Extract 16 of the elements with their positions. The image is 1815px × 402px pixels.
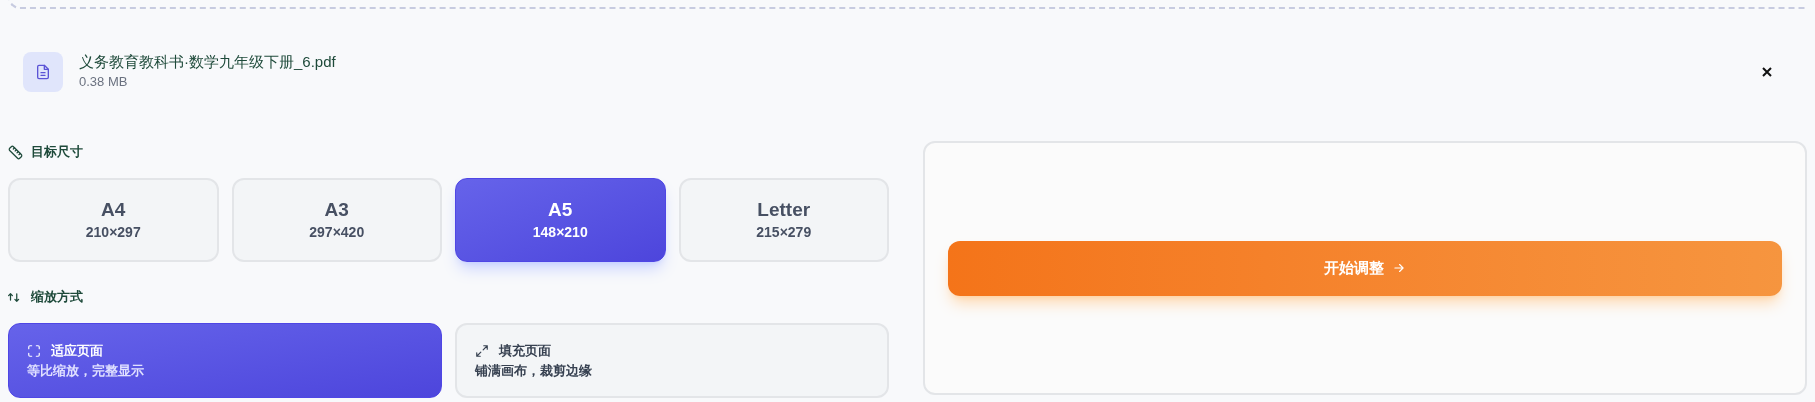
arrow-right-icon	[1392, 261, 1406, 275]
close-icon	[1761, 66, 1773, 78]
file-size: 0.38 MB	[79, 73, 129, 91]
section-title: 目标尺寸	[31, 143, 83, 162]
size-option[interactable]: A4 210×297	[8, 178, 219, 262]
file-icon	[23, 52, 63, 92]
scale-mode-option[interactable]: 适应页面 等比缩放，完整显示	[8, 323, 442, 398]
section-title: 缩放方式	[31, 288, 83, 307]
expand-icon	[475, 343, 489, 358]
focus-frame-icon	[27, 343, 41, 358]
size-option[interactable]: A5 148×210	[455, 178, 666, 262]
ruler-icon	[8, 144, 23, 160]
file-name: 义务教育教科书·数学九年级下册_6.pdf	[79, 52, 336, 72]
size-option[interactable]: A3 297×420	[231, 178, 442, 262]
size-option[interactable]: Letter 215×279	[678, 178, 889, 262]
scale-mode-option[interactable]: 填充页面 铺满画布，裁剪边缘	[455, 323, 889, 398]
